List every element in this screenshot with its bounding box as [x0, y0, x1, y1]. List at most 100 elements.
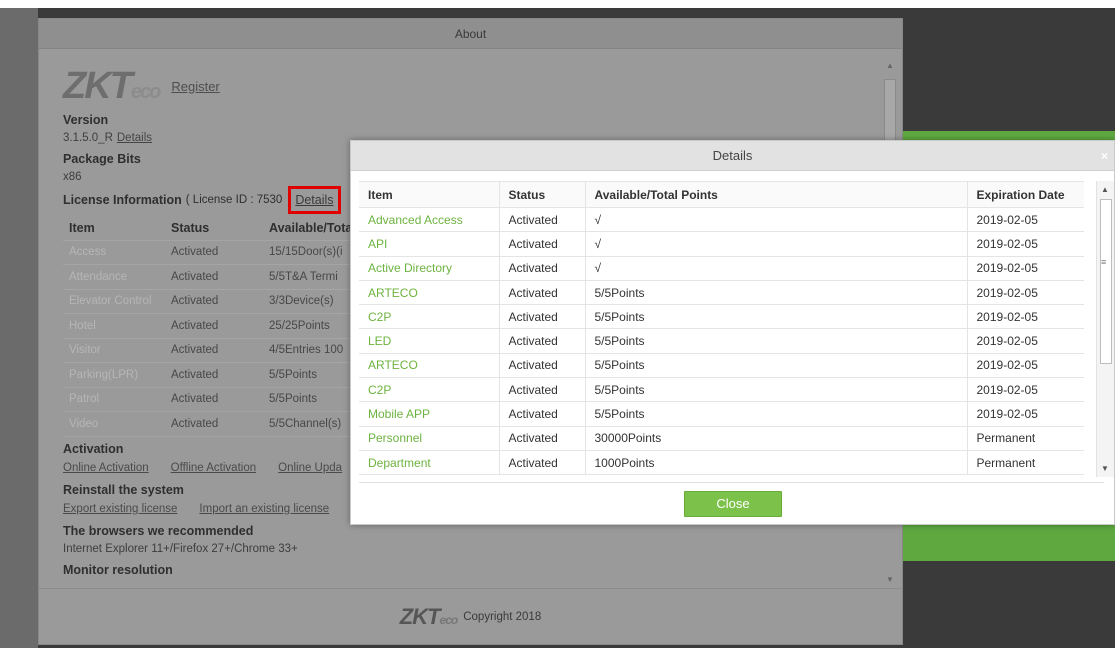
about-logo-row: ZKTeco Register [63, 64, 858, 108]
row-status: Activated [499, 304, 586, 330]
row-expiration: 2019-02-05 [967, 279, 1084, 306]
row-points: √ [585, 206, 968, 233]
license-details-highlight: Details [288, 186, 341, 214]
license-row-item: Elevator Control [69, 295, 152, 308]
row-status: Activated [499, 425, 586, 451]
license-row-value: 15/15Door(s)(i [269, 246, 343, 259]
table-row: Personnel Activated 30000Points Permanent [359, 425, 1084, 451]
table-row: ARTECO Activated 5/5Points 2019-02-05 [359, 352, 1084, 379]
row-points: √ [585, 255, 968, 281]
license-row-status: Activated [171, 246, 219, 259]
row-item: Personnel [359, 425, 500, 451]
row-expiration: 2019-02-05 [967, 206, 1084, 233]
license-row: Visitor Activated 4/5Entries 100 [63, 339, 363, 363]
row-item: ARTECO [359, 279, 500, 306]
import-license-link[interactable]: Import an existing license [199, 499, 329, 519]
header-status: Status [499, 181, 586, 208]
browsers-value: Internet Explorer 11+/Firefox 27+/Chrome… [63, 542, 298, 555]
row-expiration: 2019-02-05 [967, 304, 1084, 330]
about-footer: ZKTeco Copyright 2018 [39, 588, 902, 644]
row-item: C2P [359, 377, 500, 403]
license-row: Hotel Activated 25/25Points [63, 314, 363, 339]
license-row-value: 5/5Channel(s) [269, 417, 342, 430]
details-table: Item Status Available/Total Points Expir… [359, 181, 1084, 476]
close-button[interactable]: Close [684, 491, 782, 517]
export-license-link[interactable]: Export existing license [63, 499, 177, 519]
scroll-down-icon[interactable]: ▼ [1101, 464, 1109, 473]
row-status: Activated [499, 401, 586, 427]
online-activation-link[interactable]: Online Activation [63, 458, 149, 478]
license-row-status: Activated [171, 295, 219, 308]
details-title-text: Details [712, 148, 753, 163]
row-expiration: Permanent [967, 425, 1084, 451]
row-expiration: 2019-02-05 [967, 255, 1084, 281]
license-row: Elevator Control Activated 3/3Device(s) [63, 290, 363, 314]
scroll-down-icon[interactable]: ▼ [884, 575, 896, 587]
license-row-status: Activated [171, 270, 219, 283]
version-details-link[interactable]: Details [117, 132, 152, 144]
row-item: Advanced Access [359, 206, 500, 233]
license-row-item: Hotel [69, 319, 96, 332]
table-row: C2P Activated 5/5Points 2019-02-05 [359, 377, 1084, 403]
license-details-link[interactable]: Details [295, 189, 333, 211]
details-scroll-thumb[interactable] [1100, 199, 1112, 364]
details-dialog: Details × Item Status Available/Total Po… [350, 140, 1115, 525]
table-row: API Activated √ 2019-02-05 [359, 231, 1084, 257]
license-table: Item Status Available/Tota Access Activat… [63, 216, 363, 437]
row-points: √ [585, 231, 968, 257]
scroll-up-icon[interactable]: ▲ [1101, 185, 1109, 194]
table-row: Advanced Access Activated √ 2019-02-05 [359, 206, 1084, 233]
app-left-strip [0, 8, 38, 648]
header-item: Item [359, 181, 500, 208]
license-row-status: Activated [171, 368, 219, 381]
row-expiration: 2019-02-05 [967, 377, 1084, 403]
app-top-bar [0, 0, 1115, 8]
license-id: ( License ID : 7530 [185, 194, 283, 206]
row-item: LED [359, 328, 500, 354]
license-row: Parking(LPR) Activated 5/5Points [63, 363, 363, 388]
row-expiration: 2019-02-05 [967, 352, 1084, 379]
row-expiration: Permanent [967, 449, 1084, 476]
online-update-link[interactable]: Online Upda [278, 458, 342, 478]
row-status: Activated [499, 231, 586, 257]
table-row: Department Activated 1000Points Permanent [359, 449, 1084, 476]
version-heading: Version [63, 113, 109, 127]
header-points: Available/Total Points [585, 181, 968, 208]
license-row-value: 5/5Points [269, 393, 317, 406]
row-item: ARTECO [359, 352, 500, 379]
row-points: 5/5Points [585, 304, 968, 330]
license-row-value: 4/5Entries 100 [269, 344, 344, 357]
license-row-value: 3/3Device(s) [269, 295, 334, 308]
row-points: 5/5Points [585, 401, 968, 427]
row-status: Activated [499, 352, 586, 379]
license-row-status: Activated [171, 417, 219, 430]
about-dialog-title: About [39, 19, 902, 49]
monitor-heading: Monitor resolution [63, 562, 173, 577]
license-row-status: Activated [171, 344, 219, 357]
license-row-value: 25/25Points [269, 319, 330, 332]
license-row: Attendance Activated 5/5T&A Termi [63, 265, 363, 290]
license-row-item: Video [69, 417, 99, 430]
table-row: Mobile APP Activated 5/5Points 2019-02-05 [359, 401, 1084, 427]
register-link[interactable]: Register [171, 79, 219, 94]
row-status: Activated [499, 328, 586, 354]
version-value: 3.1.5.0_R [63, 132, 113, 144]
license-row-value: 5/5T&A Termi [269, 270, 338, 283]
license-row: Patrol Activated 5/5Points [63, 388, 363, 412]
zkteco-logo: ZKTeco [63, 64, 161, 107]
close-icon[interactable]: × [1101, 141, 1108, 171]
license-row-item: Access [69, 246, 107, 259]
row-status: Activated [499, 377, 586, 403]
license-header-status: Status [171, 220, 210, 235]
row-item: C2P [359, 304, 500, 330]
license-row-status: Activated [171, 319, 219, 332]
divider [359, 482, 1104, 483]
scroll-up-icon[interactable]: ▲ [884, 61, 896, 73]
row-item: Mobile APP [359, 401, 500, 427]
row-points: 1000Points [585, 449, 968, 476]
license-row: Access Activated 15/15Door(s)(i [63, 241, 363, 265]
offline-activation-link[interactable]: Offline Activation [171, 458, 256, 478]
details-scrollbar[interactable]: ▲ ≡ ▼ [1096, 181, 1114, 477]
footer-copyright: Copyright 2018 [463, 610, 542, 623]
row-points: 5/5Points [585, 352, 968, 379]
